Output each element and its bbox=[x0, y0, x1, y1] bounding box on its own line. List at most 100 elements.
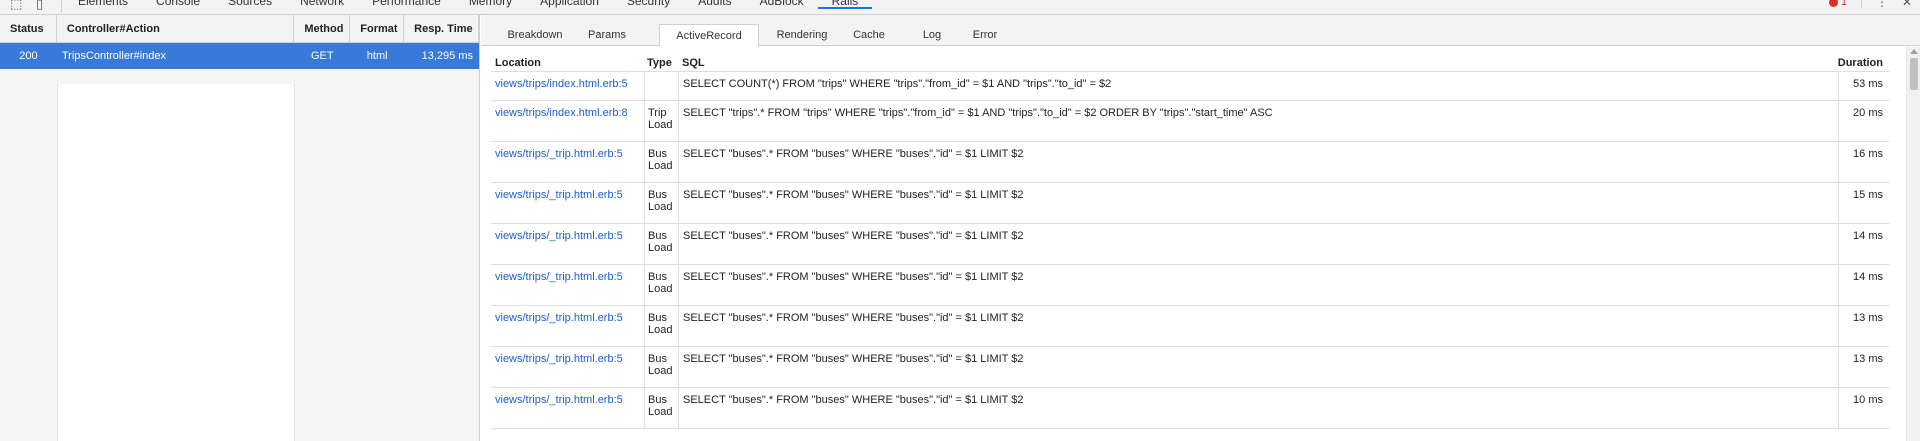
query-location-link[interactable]: views/trips/_trip.html.erb:5 bbox=[495, 353, 623, 365]
devtools-tab-rails[interactable]: Rails bbox=[817, 0, 873, 9]
query-duration: 10 ms bbox=[1838, 388, 1889, 428]
devtools-toolbar: ⬚ ▯ Elements Console Sources Network Perform… bbox=[0, 0, 1920, 15]
query-sql: SELECT "trips".* FROM "trips" WHERE "tri… bbox=[678, 101, 1838, 141]
column-header-format[interactable]: Format bbox=[350, 15, 405, 42]
error-icon bbox=[1828, 0, 1838, 7]
column-header-duration: Duration bbox=[1837, 56, 1883, 69]
query-location-link[interactable]: views/trips/_trip.html.erb:5 bbox=[495, 148, 623, 160]
query-location: views/trips/_trip.html.erb:5 bbox=[491, 265, 644, 305]
request-format: html bbox=[366, 50, 388, 62]
requests-empty-area bbox=[0, 84, 480, 441]
devtools-tab-network[interactable]: Network bbox=[286, 0, 358, 9]
devtools-tab-console[interactable]: Console bbox=[142, 0, 214, 9]
query-location-link[interactable]: views/trips/index.html.erb:5 bbox=[495, 78, 628, 90]
query-sql: SELECT "buses".* FROM "buses" WHERE "bus… bbox=[678, 142, 1838, 182]
tab-error[interactable]: Error bbox=[965, 24, 1005, 46]
query-row: views/trips/_trip.html.erb:5 Bus Load SELE… bbox=[491, 224, 1889, 265]
query-type: Bus Load bbox=[644, 183, 678, 223]
query-location-link[interactable]: views/trips/_trip.html.erb:5 bbox=[495, 230, 623, 242]
devtools-tab-elements[interactable]: Elements bbox=[64, 0, 142, 9]
query-duration: 20 ms bbox=[1838, 101, 1889, 141]
column-header-method[interactable]: Method bbox=[294, 15, 351, 42]
query-type: Bus Load bbox=[644, 142, 678, 182]
activerecord-table-header: Location Type SQL Duration bbox=[491, 54, 1889, 72]
devtools-tab-audits[interactable]: Audits bbox=[684, 0, 745, 9]
close-icon[interactable]: ✕ bbox=[1902, 0, 1912, 9]
tab-activerecord[interactable]: ActiveRecord bbox=[659, 24, 759, 47]
devtools-tab-strip: Elements Console Sources Network Performance… bbox=[64, 0, 873, 9]
query-type: Bus Load bbox=[644, 388, 678, 428]
column-header-location: Location bbox=[495, 56, 541, 69]
query-location-link[interactable]: views/trips/_trip.html.erb:5 bbox=[495, 312, 623, 324]
query-sql: SELECT "buses".* FROM "buses" WHERE "bus… bbox=[678, 388, 1838, 428]
devtools-tab-security[interactable]: Security bbox=[613, 0, 684, 9]
query-location: views/trips/_trip.html.erb:5 bbox=[491, 142, 644, 182]
devtools-tab-application[interactable]: Application bbox=[526, 0, 613, 9]
toolbar-divider bbox=[61, 0, 62, 12]
query-type: Trip Load bbox=[644, 101, 678, 141]
tab-rendering[interactable]: Rendering bbox=[768, 24, 836, 46]
query-row: views/trips/_trip.html.erb:5 Bus Load SELE… bbox=[491, 347, 1889, 388]
request-row-selected[interactable]: 200 TripsController#index GET html 13,29… bbox=[0, 43, 479, 69]
query-location: views/trips/_trip.html.erb:5 bbox=[491, 347, 644, 387]
query-duration: 53 ms bbox=[1838, 72, 1889, 100]
request-detail-panel: Breakdown Params ActiveRecord Rendering … bbox=[481, 15, 1920, 441]
tab-params[interactable]: Params bbox=[579, 24, 635, 46]
devtools-tab-sources[interactable]: Sources bbox=[214, 0, 286, 9]
query-location-link[interactable]: views/trips/_trip.html.erb:5 bbox=[495, 271, 623, 283]
query-location-link[interactable]: views/trips/_trip.html.erb:5 bbox=[495, 189, 623, 201]
tab-log[interactable]: Log bbox=[917, 24, 947, 46]
column-header-action[interactable]: Controller#Action bbox=[57, 15, 295, 42]
query-type: Bus Load bbox=[644, 265, 678, 305]
request-resp-time: 13,295 ms bbox=[421, 50, 473, 62]
tab-cache[interactable]: Cache bbox=[848, 24, 890, 46]
devtools-tab-performance[interactable]: Performance bbox=[358, 0, 455, 9]
query-type: Bus Load bbox=[644, 224, 678, 264]
query-sql: SELECT "buses".* FROM "buses" WHERE "bus… bbox=[678, 224, 1838, 264]
query-row: views/trips/index.html.erb:8 Trip Load SEL… bbox=[491, 101, 1889, 142]
device-toolbar-icon[interactable]: ▯ bbox=[36, 0, 43, 12]
devtools-tab-memory[interactable]: Memory bbox=[455, 0, 526, 9]
error-count-badge[interactable]: 1 bbox=[1828, 0, 1847, 8]
query-location: views/trips/_trip.html.erb:5 bbox=[491, 224, 644, 264]
query-sql: SELECT "buses".* FROM "buses" WHERE "bus… bbox=[678, 347, 1838, 387]
column-header-status[interactable]: Status bbox=[0, 15, 57, 42]
inspect-element-icon[interactable]: ⬚ bbox=[10, 0, 22, 12]
query-location: views/trips/_trip.html.erb:5 bbox=[491, 388, 644, 428]
query-location: views/trips/_trip.html.erb:5 bbox=[491, 183, 644, 223]
query-row: views/trips/_trip.html.erb:5 Bus Load SELE… bbox=[491, 183, 1889, 224]
query-duration: 13 ms bbox=[1838, 347, 1889, 387]
query-row: views/trips/_trip.html.erb:5 Bus Load SELE… bbox=[491, 265, 1889, 306]
query-row: views/trips/index.html.erb:5 SELECT COUNT… bbox=[491, 72, 1889, 101]
query-type: Bus Load bbox=[644, 306, 678, 346]
query-row: views/trips/_trip.html.erb:5 Bus Load SELE… bbox=[491, 306, 1889, 347]
column-header-type: Type bbox=[647, 56, 672, 69]
request-method: GET bbox=[311, 50, 334, 62]
scroll-up-arrow-icon[interactable] bbox=[1910, 49, 1918, 54]
requests-table-header: Status Controller#Action Method Format R… bbox=[0, 15, 479, 43]
toolbar-divider bbox=[1860, 0, 1862, 8]
activerecord-table-body: views/trips/index.html.erb:5 SELECT COUNT… bbox=[491, 72, 1889, 429]
tab-breakdown[interactable]: Breakdown bbox=[501, 24, 569, 46]
column-header-resp-time[interactable]: Resp. Time bbox=[404, 15, 479, 42]
query-type bbox=[644, 72, 678, 100]
query-duration: 16 ms bbox=[1838, 142, 1889, 182]
request-status: 200 bbox=[19, 50, 38, 62]
query-duration: 13 ms bbox=[1838, 306, 1889, 346]
vertical-scrollbar[interactable] bbox=[1906, 47, 1920, 441]
query-type: Bus Load bbox=[644, 347, 678, 387]
more-options-icon[interactable]: ⋮ bbox=[1876, 0, 1888, 9]
query-duration: 14 ms bbox=[1838, 265, 1889, 305]
scrollbar-thumb[interactable] bbox=[1910, 58, 1918, 90]
query-row: views/trips/_trip.html.erb:5 Bus Load SELE… bbox=[491, 142, 1889, 183]
query-location: views/trips/_trip.html.erb:5 bbox=[491, 306, 644, 346]
query-duration: 14 ms bbox=[1838, 224, 1889, 264]
activerecord-table: Location Type SQL Duration views/trips/i… bbox=[491, 54, 1889, 429]
query-location-link[interactable]: views/trips/index.html.erb:8 bbox=[495, 107, 628, 119]
devtools-right-controls: 1 ⋮ ✕ bbox=[1828, 0, 1912, 9]
query-sql: SELECT "buses".* FROM "buses" WHERE "bus… bbox=[678, 183, 1838, 223]
devtools-tab-adblock[interactable]: AdBlock bbox=[746, 0, 818, 9]
request-action: TripsController#index bbox=[61, 50, 167, 62]
requests-panel: Status Controller#Action Method Format R… bbox=[0, 15, 480, 441]
query-location-link[interactable]: views/trips/_trip.html.erb:5 bbox=[495, 394, 623, 406]
